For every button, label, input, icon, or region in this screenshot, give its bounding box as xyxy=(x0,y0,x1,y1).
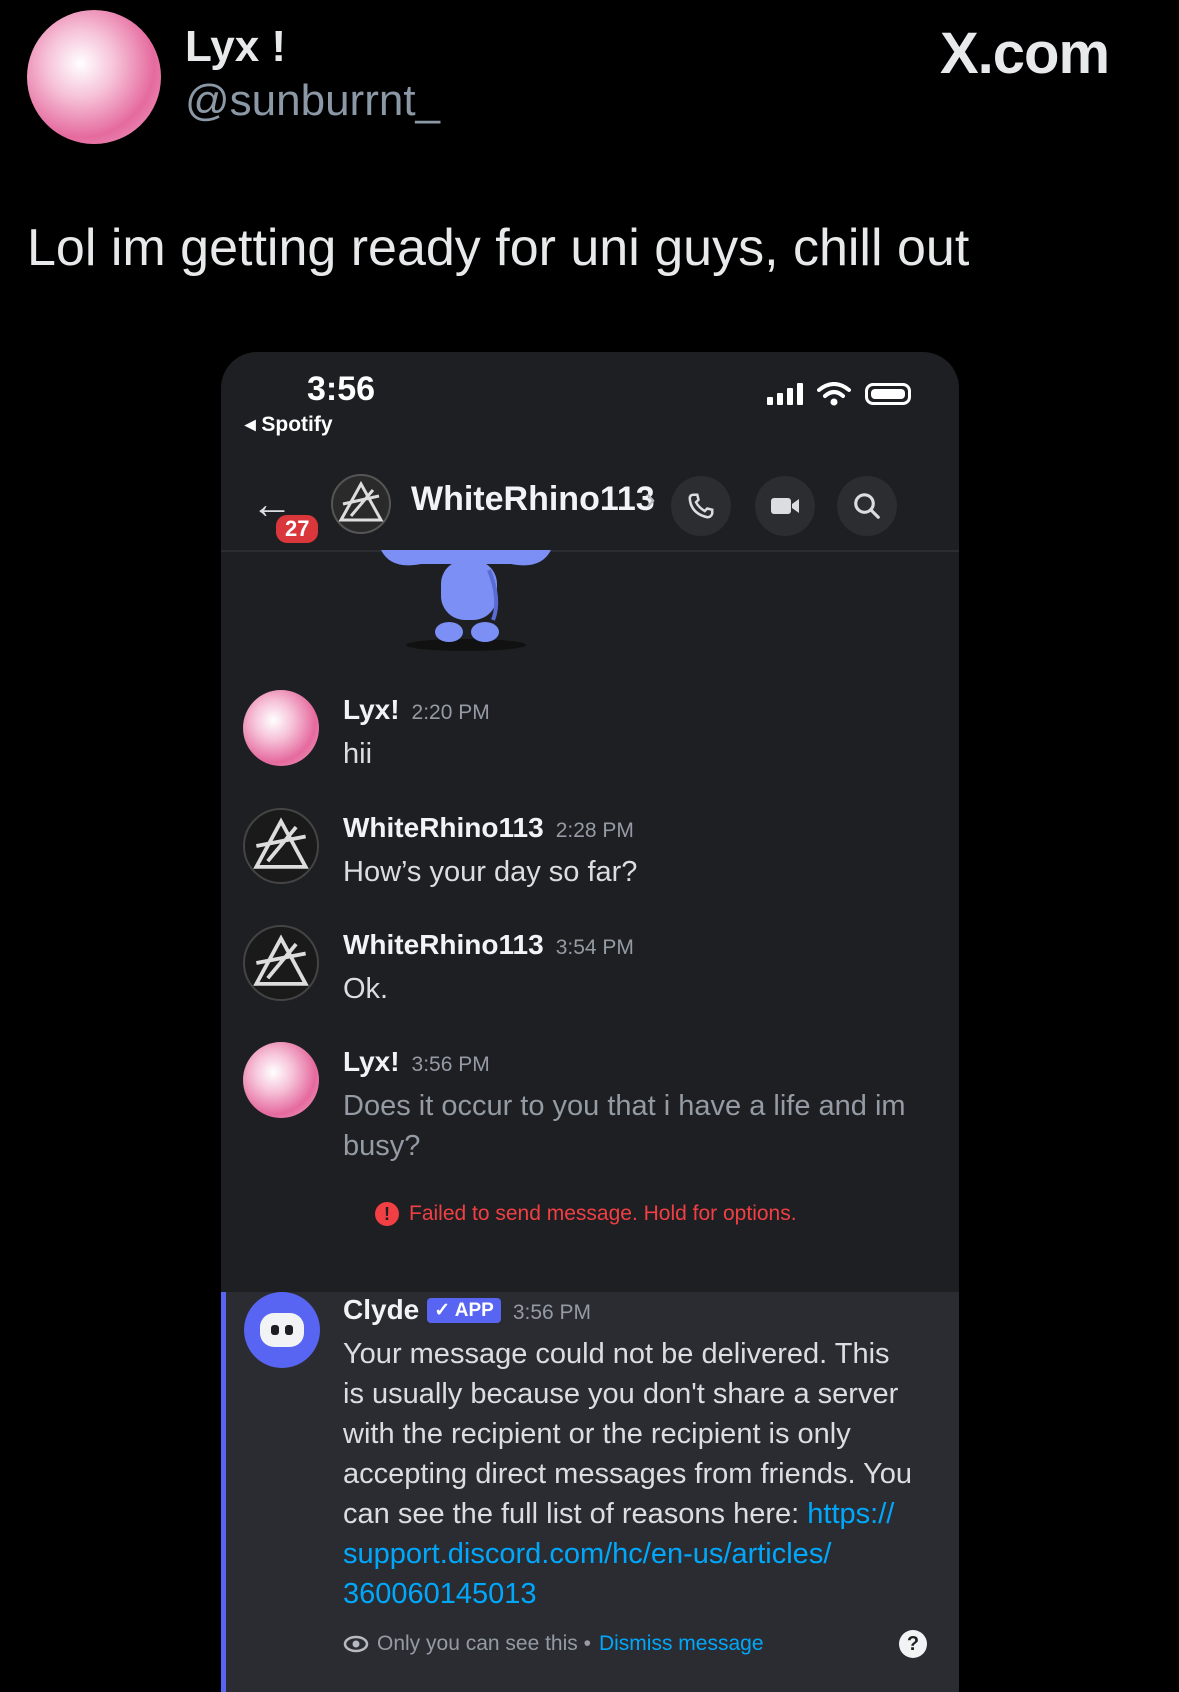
unread-badge: 27 xyxy=(273,512,322,546)
message-time: 3:54 PM xyxy=(555,936,634,959)
message-time: 2:28 PM xyxy=(555,819,634,842)
wumpus-illustration xyxy=(381,550,551,651)
tweet-display-name[interactable]: Lyx ! xyxy=(185,22,286,72)
app-tag: ✓ APP xyxy=(427,1298,501,1323)
bot-face-icon xyxy=(260,1313,304,1347)
brand-watermark: X.com xyxy=(940,21,1110,86)
status-icons xyxy=(767,382,911,406)
wifi-icon xyxy=(817,382,851,406)
tweet-avatar[interactable] xyxy=(27,10,161,144)
chat-title[interactable]: WhiteRhino113 xyxy=(411,480,655,519)
clyde-time: 3:56 PM xyxy=(512,1301,592,1324)
avatar[interactable] xyxy=(243,808,319,884)
tweet-text: Lol im getting ready for uni guys, chill… xyxy=(27,219,970,277)
error-icon: ! xyxy=(375,1202,399,1226)
clyde-author[interactable]: Clyde xyxy=(343,1294,419,1325)
message-author[interactable]: WhiteRhino113 xyxy=(343,929,544,960)
video-icon[interactable] xyxy=(755,476,815,536)
help-icon[interactable]: ? xyxy=(899,1630,927,1658)
search-icon[interactable] xyxy=(837,476,897,536)
chat-header: ← 27 WhiteRhino113 › xyxy=(221,460,959,552)
avatar[interactable] xyxy=(243,1042,319,1118)
clyde-avatar[interactable] xyxy=(244,1292,320,1368)
failed-send-text: Failed to send message. Hold for options… xyxy=(409,1202,797,1225)
dismiss-message-link[interactable]: Dismiss message xyxy=(599,1632,764,1656)
status-back-app[interactable]: ◂ Spotify xyxy=(245,412,333,437)
phone-icon[interactable] xyxy=(671,476,731,536)
message-author[interactable]: Lyx! xyxy=(343,1046,400,1077)
message-time: 2:20 PM xyxy=(411,701,490,724)
ephemeral-text: Only you can see this • xyxy=(377,1632,591,1655)
screenshot-phone: 3:56 ◂ Spotify ← 27 WhiteRhino113 › Lyx!… xyxy=(221,352,959,1692)
signal-icon xyxy=(767,383,803,405)
battery-icon xyxy=(865,383,911,405)
status-time: 3:56 xyxy=(307,370,376,408)
rhino-logo-icon xyxy=(253,934,309,986)
message-time: 3:56 PM xyxy=(411,1053,490,1076)
message-text: How’s your day so far? xyxy=(343,856,638,888)
chevron-right-icon[interactable]: › xyxy=(645,480,656,517)
message-author[interactable]: Lyx! xyxy=(343,694,400,725)
header-avatar[interactable] xyxy=(331,474,391,534)
failed-send-notice[interactable]: ! Failed to send message. Hold for optio… xyxy=(375,1202,797,1226)
message-text: Ok. xyxy=(343,973,389,1005)
avatar[interactable] xyxy=(243,690,319,766)
ephemeral-notice: Only you can see this • Dismiss message xyxy=(343,1632,764,1656)
clyde-text: Your message could not be delivered. Thi… xyxy=(343,1334,918,1614)
message-author[interactable]: WhiteRhino113 xyxy=(343,812,544,843)
eye-icon xyxy=(343,1635,369,1653)
message-text: Does it occur to you that i have a life … xyxy=(343,1090,906,1162)
tweet-handle[interactable]: @sunburrnt_ xyxy=(185,76,440,126)
rhino-logo-icon xyxy=(253,817,309,869)
clyde-system-message: Clyde ✓ APP 3:56 PM Your message could not… xyxy=(221,1292,959,1692)
avatar[interactable] xyxy=(243,925,319,1001)
rhino-logo-icon xyxy=(338,480,384,522)
message-text: hii xyxy=(343,738,373,770)
